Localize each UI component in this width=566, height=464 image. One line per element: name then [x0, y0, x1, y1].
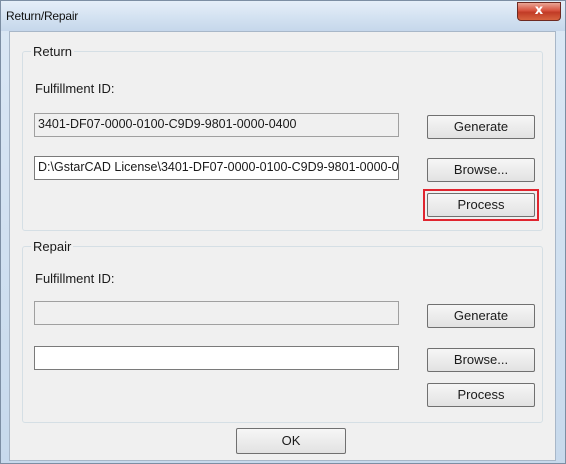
ok-button[interactable]: OK [236, 428, 346, 454]
repair-group-label: Repair [31, 239, 74, 254]
window-title: Return/Repair [6, 9, 79, 23]
return-group-label: Return [31, 44, 75, 59]
repair-generate-button[interactable]: Generate [427, 304, 535, 328]
repair-file-path-input[interactable] [34, 346, 399, 370]
repair-group: Repair Fulfillment ID: Generate Browse..… [22, 239, 543, 423]
return-group: Return Fulfillment ID: 3401-DF07-0000-01… [22, 44, 543, 231]
return-fulfillment-id-label: Fulfillment ID: [35, 81, 115, 96]
return-repair-dialog: Return/Repair x Return Fulfillment ID: 3… [0, 0, 566, 464]
return-fulfillment-id-field[interactable]: 3401-DF07-0000-0100-C9D9-9801-0000-0400 [34, 113, 399, 137]
process-highlight-box [423, 189, 539, 221]
repair-process-button[interactable]: Process [427, 383, 535, 407]
close-button[interactable]: x [517, 2, 561, 21]
return-generate-button[interactable]: Generate [427, 115, 535, 139]
close-icon: x [534, 3, 544, 18]
repair-browse-button[interactable]: Browse... [427, 348, 535, 372]
repair-fulfillment-id-field[interactable] [34, 301, 399, 325]
repair-fulfillment-id-label: Fulfillment ID: [35, 271, 115, 286]
dialog-body: Return Fulfillment ID: 3401-DF07-0000-01… [9, 31, 556, 461]
return-browse-button[interactable]: Browse... [427, 158, 535, 182]
return-file-path-input[interactable]: D:\GstarCAD License\3401-DF07-0000-0100-… [34, 156, 399, 180]
title-bar[interactable]: Return/Repair x [1, 1, 565, 31]
